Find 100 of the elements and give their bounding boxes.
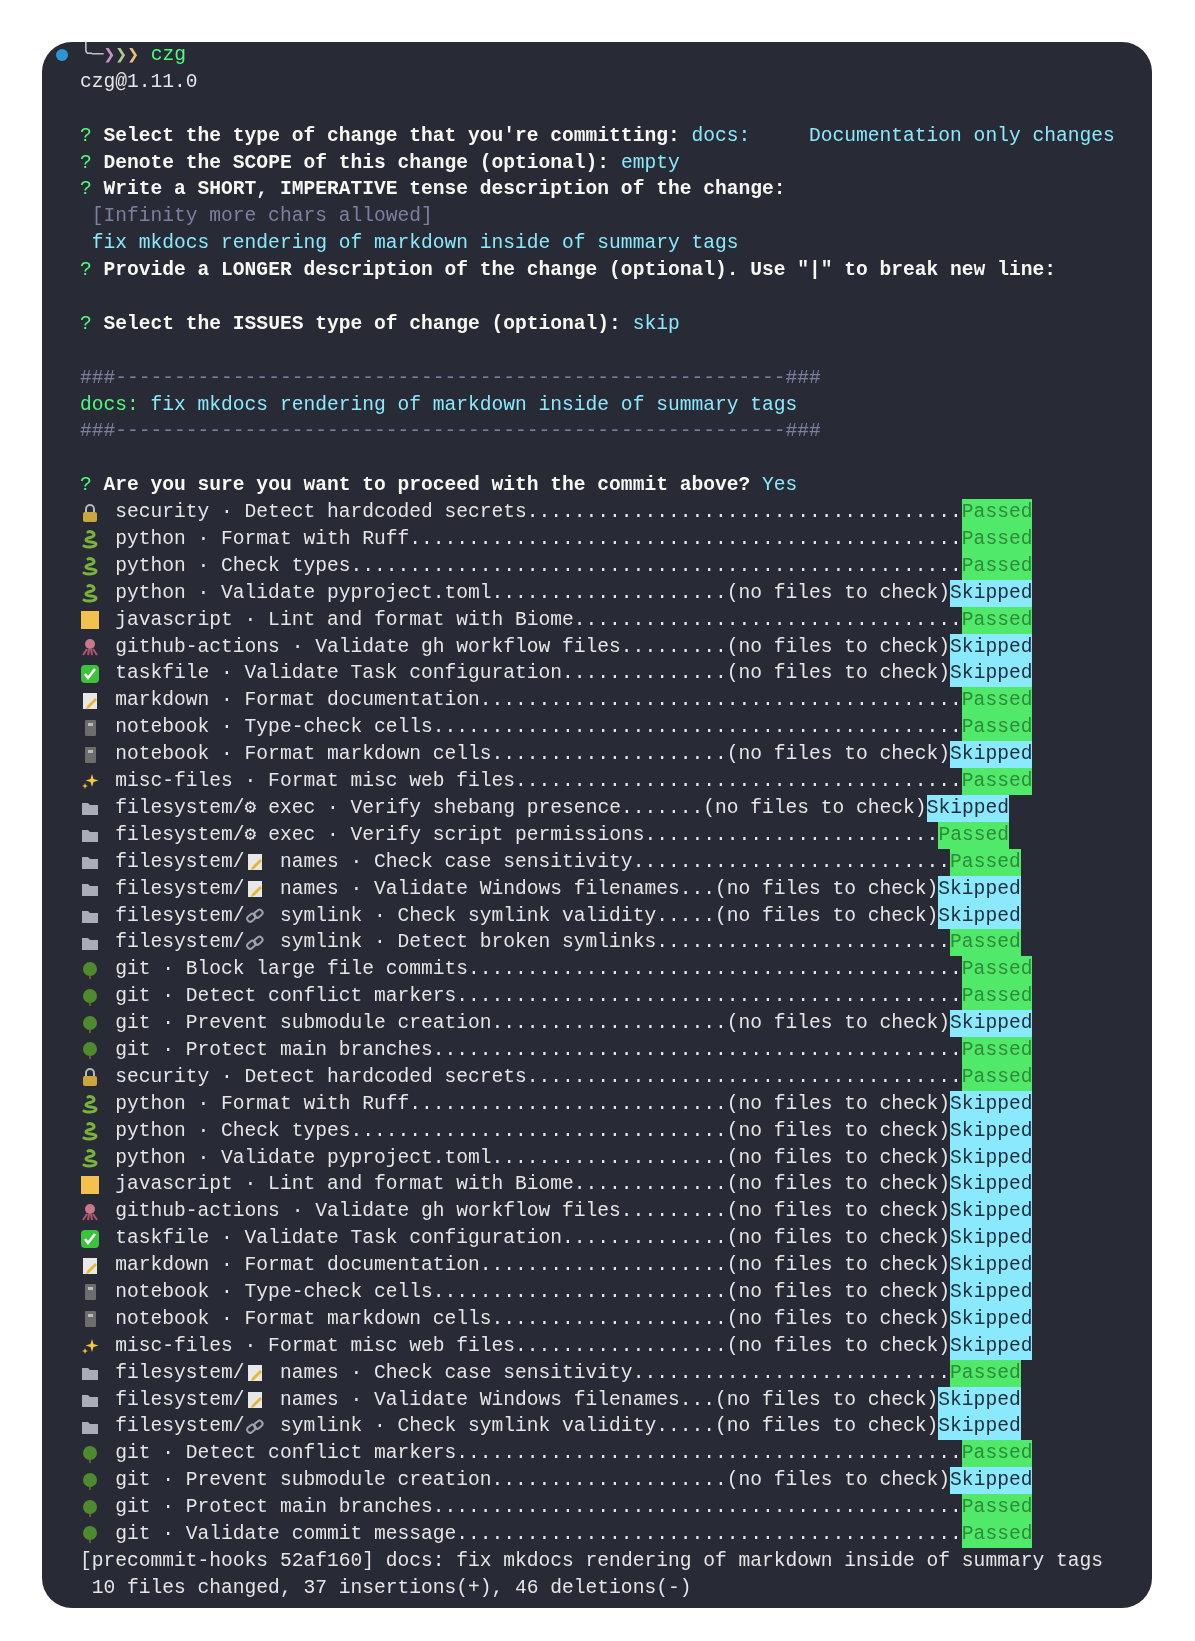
status-label: Passed [961, 1063, 1033, 1091]
hook-text: git · Prevent submodule creation....................(no files to check) [115, 1468, 951, 1494]
hook-text: misc-files · Format misc web files...................................... [115, 769, 962, 795]
question-text: Select the type of change that you're committing: [103, 123, 680, 149]
status-label: Skipped [950, 1090, 1033, 1118]
prompt-arrow: ❯ [115, 42, 128, 68]
hook-text: names · Validate Windows filenames...(no files to check) [278, 876, 939, 902]
snake-icon [80, 529, 100, 550]
answer-text: docs: Documentation only changes [691, 123, 1115, 149]
status-label: Passed [961, 714, 1033, 742]
hook-text: github-actions · Validate gh workflow files.........(no files to check) [115, 634, 951, 660]
check-mark-icon [80, 663, 100, 684]
status-label: Passed [950, 848, 1021, 876]
octopus-icon [80, 1201, 100, 1222]
tree-icon [80, 986, 100, 1007]
question-mark: ? [80, 150, 92, 176]
hook-text: python · Check types................................(no files to check) [115, 1118, 951, 1144]
snake-icon [80, 556, 100, 577]
question-mark: ? [80, 258, 92, 284]
snake-icon [80, 1094, 100, 1115]
hook-text: python · Format with Ruff............................................... [115, 527, 962, 553]
hook-scope: filesystem/ [115, 1360, 245, 1386]
commit-type: docs: [80, 392, 139, 418]
separator-text: ###---------------------------------------------------------### [80, 419, 821, 445]
hook-text: git · Validate commit message........................................... [115, 1522, 962, 1547]
status-label: Skipped [926, 794, 1009, 822]
answer-text: empty [620, 150, 680, 176]
hook-text: python · Check types.................................................... [115, 553, 962, 579]
status-label: Skipped [938, 875, 1021, 903]
octopus-icon [80, 637, 100, 658]
status-label: Passed [961, 983, 1033, 1011]
hook-text: python · Format with Ruff...........................(no files to check) [115, 1091, 951, 1117]
lock-icon [80, 1067, 100, 1088]
status-label: Skipped [950, 1332, 1033, 1360]
hook-text: taskfile · Validate Task configuration..............(no files to check) [115, 1226, 951, 1252]
output-text: 10 files changed, 37 insertions(+), 46 deletions(-) [90, 1575, 692, 1601]
hook-text: git · Block large file commits.......................................... [115, 957, 962, 983]
question-text: Denote the SCOPE of this change (optional): [103, 150, 610, 176]
status-label: Skipped [950, 579, 1033, 607]
status-label: Skipped [950, 1252, 1033, 1279]
hook-text: filesystem/⚙ exec · Verify shebang presence.......(no files to check) [115, 795, 927, 821]
prompt-connector: ╰─ [80, 42, 104, 68]
check-mark-icon [80, 1228, 100, 1249]
hook-scope: filesystem/ [115, 903, 245, 929]
hook-text: markdown · Format documentation......................................... [115, 688, 962, 714]
lock-icon [80, 502, 100, 523]
square-icon [80, 610, 100, 631]
snake-icon [80, 583, 100, 604]
pencil-paper-icon [80, 1255, 100, 1276]
tree-icon [80, 1040, 100, 1061]
status-label: Passed [961, 768, 1033, 795]
status-label: Passed [950, 929, 1021, 957]
hook-text: python · Validate pyproject.toml....................(no files to check) [115, 1145, 951, 1171]
tree-icon [80, 959, 100, 980]
status-label: Skipped [950, 1144, 1033, 1172]
hook-text: notebook · Format markdown cells....................(no files to check) [115, 742, 951, 768]
question-mark: ? [80, 311, 92, 337]
status-label: Skipped [950, 1198, 1033, 1226]
hook-scope: filesystem/ [115, 1387, 245, 1413]
hint-text: [Infinity more chars allowed] [90, 204, 433, 230]
hook-text: misc-files · Format misc web files..................(no files to check) [115, 1333, 951, 1359]
snake-icon [80, 1121, 100, 1142]
status-label: Skipped [938, 1386, 1021, 1414]
chain-link-icon [244, 932, 265, 953]
hook-text: notebook · Format markdown cells....................(no files to check) [115, 1306, 951, 1332]
tree-icon [80, 1470, 100, 1491]
command-text: czg [150, 43, 186, 68]
status-label: Passed [961, 956, 1033, 984]
hook-text: git · Detect conflict markers........................................... [115, 984, 962, 1010]
status-label: Passed [961, 606, 1033, 634]
prompt-arrow: ❯ [127, 42, 139, 68]
hook-text: git · Protect main branches............................................. [115, 1495, 962, 1521]
status-label: Passed [961, 1494, 1033, 1521]
status-label: Passed [961, 1440, 1033, 1468]
question-text: Are you sure you want to proceed with the commit above? [103, 473, 751, 499]
answer-text: skip [632, 311, 680, 337]
answer-text: Yes [761, 473, 798, 499]
hook-text: github-actions · Validate gh workflow files.........(no files to check) [115, 1199, 951, 1225]
output-text: czg@1.11.0 [80, 69, 198, 95]
tree-icon [80, 1013, 100, 1034]
status-label: Skipped [950, 1278, 1033, 1306]
status-label: Skipped [950, 1171, 1033, 1199]
hook-text: git · Protect main branches............................................. [115, 1037, 962, 1063]
status-label: Passed [961, 552, 1033, 580]
hook-text: markdown · Format documentation.....................(no files to check) [115, 1253, 951, 1279]
question-mark: ? [80, 177, 92, 203]
hook-text: security · Detect hardcoded secrets..................................... [115, 500, 962, 526]
hook-scope: filesystem/ [115, 876, 245, 902]
hook-text: names · Check case sensitivity........................... [278, 1360, 951, 1386]
status-label: Skipped [950, 1305, 1033, 1333]
status-label: Skipped [938, 1413, 1021, 1441]
hook-text: filesystem/⚙ exec · Verify script permissions......................... [115, 822, 939, 848]
hook-text: notebook · Type-check cells.........................(no files to check) [115, 1279, 951, 1305]
question-text: Provide a LONGER description of the change (optional). Use "|" to break new line: [103, 258, 1056, 284]
question-mark: ? [80, 473, 92, 499]
tree-icon [80, 1443, 100, 1464]
status-label: Passed [938, 821, 1009, 849]
hook-text: git · Detect conflict markers........................................... [115, 1441, 962, 1467]
chain-link-icon [244, 1416, 265, 1437]
status-dot [56, 49, 68, 62]
